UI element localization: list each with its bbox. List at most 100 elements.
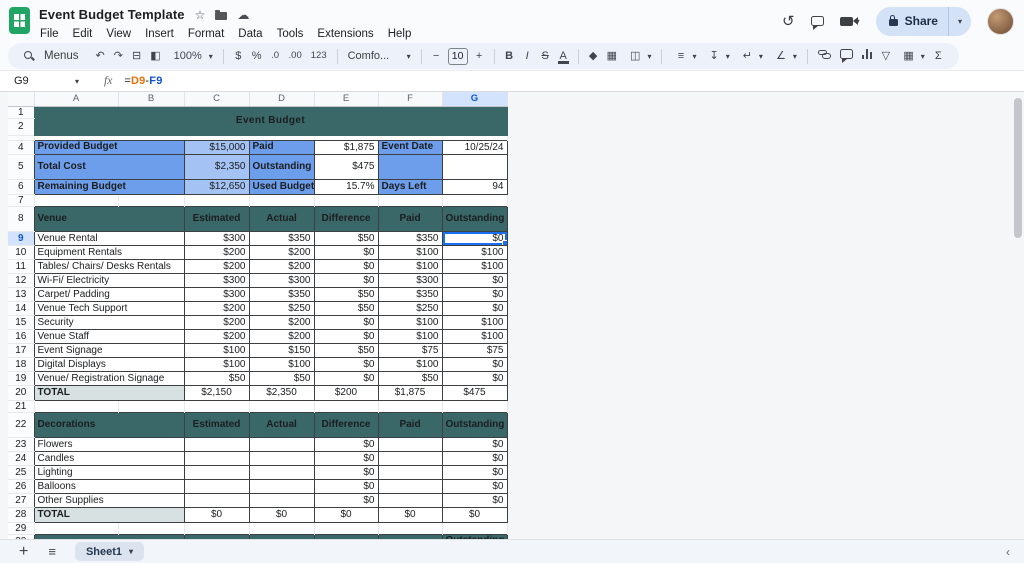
cell[interactable]: TOTAL [33,506,185,523]
add-sheet-button[interactable]: + [10,543,37,560]
row-header-4[interactable]: 4 [8,140,34,155]
cell[interactable] [377,464,443,480]
row-header-9[interactable]: 9 [8,231,34,246]
cell[interactable] [248,194,315,206]
font-size-input[interactable]: 10 [447,47,468,65]
cell[interactable] [248,450,315,466]
selected-cell[interactable]: $0 [441,230,508,246]
cell[interactable]: 15.7% [313,178,379,195]
cell[interactable]: $0 [313,370,379,386]
cell[interactable]: $0 [441,300,508,316]
menu-data[interactable]: Data [231,27,269,41]
cell[interactable]: $50 [248,370,315,386]
row-header-30[interactable]: 30 [8,534,34,539]
cell[interactable]: $0 [313,244,379,260]
table-views-button[interactable]: ▦ ▾ [895,47,928,65]
cell[interactable] [313,400,379,412]
cell[interactable]: $250 [377,300,443,316]
sheets-logo[interactable] [9,7,30,34]
cell[interactable]: $1,875 [313,139,379,155]
cell[interactable]: $475 [313,153,379,180]
cell[interactable]: $0 [441,436,508,452]
cell[interactable]: $50 [313,342,379,358]
row-header-24[interactable]: 24 [8,451,34,466]
cell[interactable] [183,464,250,480]
row-header-23[interactable]: 23 [8,437,34,452]
cell[interactable]: Paid [377,205,443,232]
cell[interactable]: Event Signage [33,342,185,358]
cell[interactable]: $200 [183,244,250,260]
cell[interactable]: $1,875 [377,384,443,401]
currency-format-button[interactable]: $ [230,48,247,64]
menu-format[interactable]: Format [181,27,231,41]
cell[interactable] [183,450,250,466]
insert-comment-button[interactable] [836,48,857,64]
cell[interactable] [377,400,443,412]
cell[interactable]: $0 [313,506,379,523]
functions-button[interactable]: Σ [930,48,947,64]
cell[interactable] [33,400,119,412]
cell[interactable] [183,400,250,412]
cell[interactable]: $300 [248,272,315,288]
cell[interactable]: $2,350 [183,153,250,180]
decrease-font-size-button[interactable]: − [428,48,445,64]
row-header-26[interactable]: 26 [8,479,34,494]
doc-title[interactable]: Event Budget Template [39,7,185,22]
cell[interactable]: $0 [313,436,379,452]
name-box[interactable]: G9 ▾ [0,71,88,91]
row-header-20[interactable]: 20 [8,385,34,401]
menu-help[interactable]: Help [381,27,419,41]
text-rotation-button[interactable]: ∠ ▾ [768,47,801,65]
cell[interactable]: $300 [183,230,250,246]
row-header-16[interactable]: 16 [8,329,34,344]
row-header-8[interactable]: 8 [8,206,34,232]
row-header-14[interactable]: 14 [8,301,34,316]
bold-button[interactable]: B [501,48,518,64]
cell[interactable]: Security [33,314,185,330]
vertical-scrollbar[interactable] [1013,94,1022,537]
row-header-28[interactable]: 28 [8,507,34,523]
zoom-select[interactable]: 100% ▾ [166,47,217,65]
paint-format-button[interactable]: ◧ [146,48,164,64]
row-header-19[interactable]: 19 [8,371,34,386]
cell[interactable]: Actual [248,205,315,232]
row-header-22[interactable]: 22 [8,412,34,438]
cell[interactable] [441,400,508,412]
menu-tools[interactable]: Tools [270,27,311,41]
cell[interactable] [183,522,250,534]
cell[interactable]: $350 [248,286,315,302]
column-header-G[interactable]: G [442,92,508,107]
cell[interactable]: $350 [377,230,443,246]
italic-button[interactable]: I [519,48,536,64]
cell[interactable]: $475 [441,384,508,401]
cell[interactable]: $200 [248,314,315,330]
undo-button[interactable]: ↶ [92,48,109,64]
decrease-decimal-button[interactable]: .0 [267,48,284,64]
cell[interactable]: $200 [248,244,315,260]
cell[interactable]: Difference [313,411,379,438]
cell[interactable]: $50 [377,370,443,386]
cell[interactable] [248,478,315,494]
text-wrap-button[interactable]: ↵ ▾ [735,47,767,65]
row-header-12[interactable]: 12 [8,273,34,288]
cell[interactable] [377,450,443,466]
cell[interactable]: $0 [441,272,508,288]
cell[interactable]: $200 [313,384,379,401]
cell[interactable]: $50 [313,300,379,316]
formula-input[interactable]: =D9-F9 [124,75,162,87]
cell[interactable]: $0 [313,492,379,508]
cell[interactable]: Estimated [183,205,250,232]
cell[interactable]: $0 [313,314,379,330]
row-header-21[interactable]: 21 [8,400,34,413]
cell[interactable] [377,522,443,534]
move-folder-icon[interactable] [215,10,228,20]
strikethrough-button[interactable]: S [537,48,554,64]
cell[interactable] [33,194,119,206]
cell[interactable]: $75 [441,342,508,358]
cell[interactable] [377,492,443,508]
cell[interactable] [313,194,379,206]
cell[interactable] [441,522,508,534]
cell[interactable]: Outstanding Balance [441,411,508,438]
cell[interactable]: Venue Rental [33,230,185,246]
meet-button[interactable]: ▾ [839,16,860,26]
